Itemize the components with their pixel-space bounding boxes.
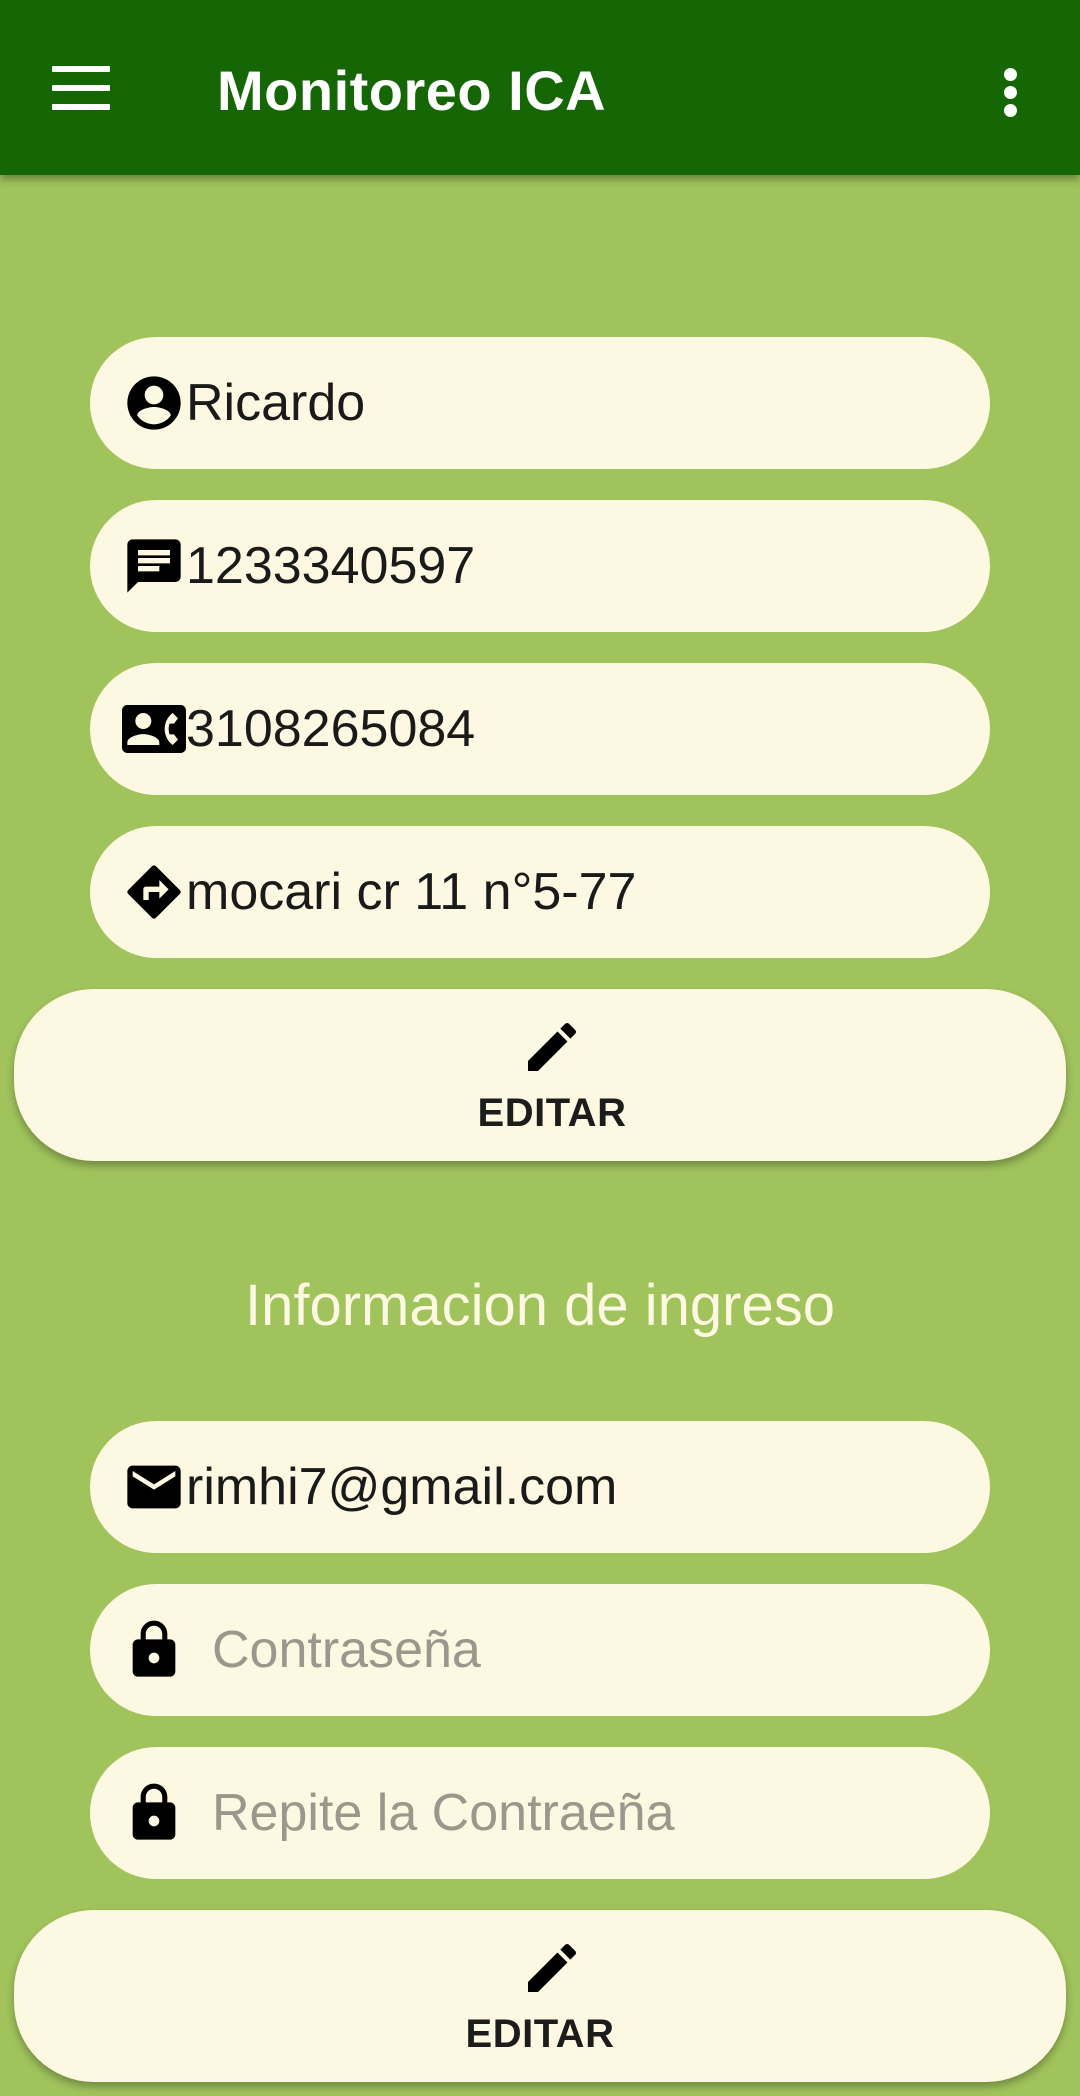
address-value: mocari cr 11 n°5-77 <box>186 863 637 921</box>
directions-icon <box>122 860 186 924</box>
hamburger-menu-icon[interactable] <box>52 66 114 112</box>
phone-value: 3108265084 <box>186 700 476 758</box>
contact-phone-icon <box>122 697 186 761</box>
edit-profile-label: EDITAR <box>477 1091 627 1135</box>
address-field[interactable]: mocari cr 11 n°5-77 <box>90 826 990 958</box>
document-field[interactable]: 1233340597 <box>90 500 990 632</box>
edit-pencil-icon <box>528 1943 577 1992</box>
more-vert-icon[interactable] <box>996 62 1032 122</box>
phone-field[interactable]: 3108265084 <box>90 663 990 795</box>
name-field[interactable]: Ricardo <box>90 337 990 469</box>
lock-icon <box>122 1781 186 1845</box>
section-heading: Informacion de ingreso <box>245 1273 835 1338</box>
password-field[interactable]: Contraseña <box>90 1584 990 1716</box>
email-field[interactable]: rimhi7@gmail.com <box>90 1421 990 1553</box>
lock-icon <box>122 1618 186 1682</box>
app-title: Monitoreo ICA <box>217 59 607 122</box>
edit-login-button[interactable]: EDITAR <box>14 1910 1066 2082</box>
account-circle-icon <box>122 371 186 435</box>
name-value: Ricardo <box>186 374 366 432</box>
message-icon <box>122 534 186 598</box>
edit-pencil-icon <box>528 1022 577 1071</box>
app-bar: Monitoreo ICA <box>0 0 1080 175</box>
email-value: rimhi7@gmail.com <box>186 1458 618 1516</box>
edit-profile-button[interactable]: EDITAR <box>14 989 1066 1161</box>
repeat-password-placeholder: Repite la Contraeña <box>212 1784 675 1842</box>
document-value: 1233340597 <box>186 537 476 595</box>
password-placeholder: Contraseña <box>212 1621 481 1679</box>
mail-icon <box>122 1455 186 1519</box>
repeat-password-field[interactable]: Repite la Contraeña <box>90 1747 990 1879</box>
edit-login-label: EDITAR <box>465 2012 615 2056</box>
